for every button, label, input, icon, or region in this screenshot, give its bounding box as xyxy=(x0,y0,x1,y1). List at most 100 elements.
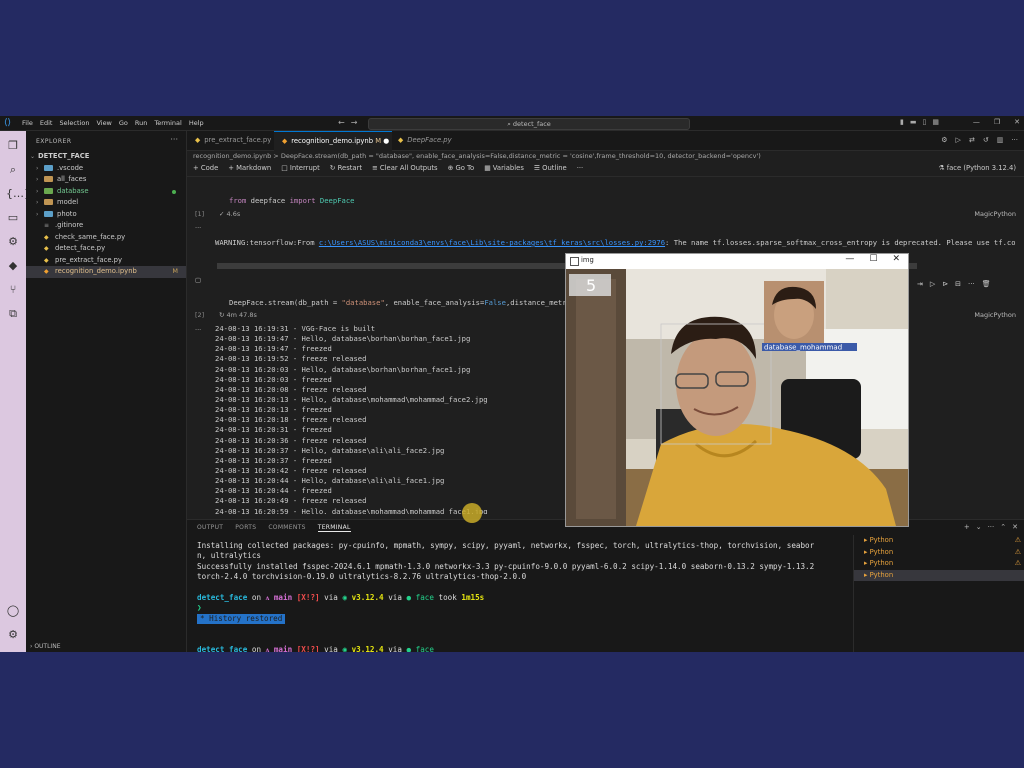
panel-tab-ports[interactable]: PORTS xyxy=(235,524,256,532)
outline-section[interactable]: › OUTLINE xyxy=(30,643,60,650)
close-panel-icon[interactable]: ✕ xyxy=(1012,523,1018,531)
terminal-instance-active[interactable]: ▸ Python xyxy=(854,569,1024,581)
tree-item-check-same-face[interactable]: ◆ check_same_face.py xyxy=(26,232,186,244)
command-center-search[interactable]: ⌕ detect_face xyxy=(368,118,690,130)
panel-tab-output[interactable]: OUTPUT xyxy=(197,524,223,532)
close-icon[interactable]: ✕ xyxy=(1014,118,1020,126)
tree-item-recognition-demo[interactable]: ◆ recognition_demo.ipynb M xyxy=(26,266,186,278)
run-cell-icon[interactable]: ▷ xyxy=(930,280,935,288)
restart-button[interactable]: ↻ Restart xyxy=(330,164,362,172)
warning-icon: ⚠ xyxy=(1014,559,1021,567)
restore-icon[interactable]: ❐ xyxy=(994,118,1000,126)
run-below-icon[interactable]: ⊳ xyxy=(942,280,948,288)
interrupt-button[interactable]: □ Interrupt xyxy=(281,164,320,172)
search-activity-icon[interactable]: ⌕ xyxy=(6,163,20,177)
explorer-icon[interactable]: ❐ xyxy=(6,139,20,153)
toggle-secondary-icon[interactable]: ▯ xyxy=(922,118,926,126)
menu-edit[interactable]: Edit xyxy=(40,119,53,127)
terminal-instance[interactable]: ▸ Python ⚠ xyxy=(854,535,1024,547)
toolbar-more-button[interactable]: ··· xyxy=(577,164,583,172)
cell-2-output-more-icon[interactable]: ··· xyxy=(195,326,201,334)
cell-1-language[interactable]: MagicPython xyxy=(974,210,1016,218)
run-above-icon[interactable]: ⇥ xyxy=(917,280,923,288)
docker-icon[interactable]: ◆ xyxy=(6,259,20,273)
clear-outputs-button[interactable]: ≡ Clear All Outputs xyxy=(372,164,438,172)
add-markdown-button[interactable]: + Markdown xyxy=(228,164,271,172)
split-editor-icon[interactable]: ▥ xyxy=(997,136,1004,144)
code-cell-1[interactable]: from deepface import DeepFace xyxy=(229,196,919,214)
cell-more-icon[interactable]: ··· xyxy=(968,280,975,288)
tab-recognition-demo[interactable]: ◆ recognition_demo.ipynb M ● xyxy=(274,131,392,151)
maximize-icon[interactable]: ☐ xyxy=(869,254,877,264)
variables-button[interactable]: ▦ Variables xyxy=(484,164,524,172)
kernel-picker[interactable]: ⚗ face (Python 3.12.4) xyxy=(938,164,1016,172)
activity-bar: ❐ ⌕ {…} ▭ ⚙ ◆ ⑂ ⧉ ◯ ⚙ xyxy=(0,131,31,652)
tree-item-detect-face[interactable]: ◆ detect_face.py xyxy=(26,243,186,255)
close-icon[interactable]: ✕ xyxy=(892,254,900,264)
extensions-icon[interactable]: ⧉ xyxy=(6,307,20,321)
tree-item-photo[interactable]: › photo xyxy=(26,209,186,221)
tree-item-pre-extract-face[interactable]: ◆ pre_extract_face.py xyxy=(26,255,186,267)
breadcrumb[interactable]: recognition_demo.ipynb > DeepFace.stream… xyxy=(193,152,761,160)
log-line: 24-08-13 16:20:44 - Hello, database\ali\… xyxy=(215,476,445,486)
tree-root[interactable]: ⌄ DETECT_FACE xyxy=(26,151,186,163)
compare-icon[interactable]: ⇄ xyxy=(969,136,975,144)
search-text: detect_face xyxy=(512,120,551,128)
remote-explorer-icon[interactable]: ▭ xyxy=(6,211,20,225)
cell-2-collapse-icon[interactable]: ▢ xyxy=(195,276,201,284)
cell-output-more-icon[interactable]: ··· xyxy=(195,224,201,232)
menu-go[interactable]: Go xyxy=(119,119,128,127)
tree-item-model[interactable]: › model xyxy=(26,197,186,209)
cell-2-language[interactable]: MagicPython xyxy=(974,311,1016,319)
customize-layout-icon[interactable]: ▦ xyxy=(932,118,939,126)
tab-pre-extract-face[interactable]: ◆ pre_extract_face.py xyxy=(187,131,275,150)
menu-run[interactable]: Run xyxy=(135,119,147,127)
warning-link[interactable]: c:\Users\ASUS\miniconda3\envs\face\Lib\s… xyxy=(319,238,665,247)
more-actions-icon[interactable]: ··· xyxy=(1011,136,1018,144)
tab-deepface[interactable]: ◆ DeepFace.py xyxy=(390,131,468,150)
panel-tab-terminal[interactable]: TERMINAL xyxy=(317,524,351,532)
minimize-icon[interactable]: — xyxy=(973,118,980,126)
menu-selection[interactable]: Selection xyxy=(59,119,89,127)
account-icon[interactable]: ◯ xyxy=(6,604,20,618)
tree-item-gitinore[interactable]: ≡ .gitinore xyxy=(26,220,186,232)
terminal-instance[interactable]: ▸ Python ⚠ xyxy=(854,547,1024,559)
add-code-button[interactable]: + Code xyxy=(193,164,218,172)
menu-view[interactable]: View xyxy=(96,119,111,127)
image-window-title: img xyxy=(581,256,594,264)
tree-item-vscode[interactable]: › .vscode xyxy=(26,163,186,175)
menu-file[interactable]: File xyxy=(22,119,33,127)
terminal-instance[interactable]: ▸ Python ⚠ xyxy=(854,558,1024,570)
log-line: 24-08-13 16:20:59 - Hello, database\moha… xyxy=(215,506,488,514)
unsaved-dot-icon[interactable]: ● xyxy=(383,137,389,145)
manage-gear-icon[interactable]: ⚙ xyxy=(6,628,20,642)
image-window-titlebar[interactable]: img — ☐ ✕ xyxy=(566,254,908,268)
new-terminal-icon[interactable]: + xyxy=(964,523,970,531)
tree-item-database[interactable]: › database xyxy=(26,186,186,198)
chevron-down-icon: ⌄ xyxy=(30,153,36,160)
restart-icon: ↻ xyxy=(329,164,338,172)
settings-sync-icon[interactable]: ⚙ xyxy=(6,235,20,249)
menu-help[interactable]: Help xyxy=(189,119,204,127)
source-control-icon[interactable]: ⑂ xyxy=(6,283,20,297)
menu-terminal[interactable]: Terminal xyxy=(154,119,181,127)
explorer-more-icon[interactable]: ··· xyxy=(170,135,178,144)
terminal-dropdown-icon[interactable]: ⌄ xyxy=(976,523,982,531)
tree-item-all-faces[interactable]: › all_faces xyxy=(26,174,186,186)
split-cell-icon[interactable]: ⊟ xyxy=(955,280,961,288)
goto-button[interactable]: ⊕ Go To xyxy=(448,164,475,172)
run-icon[interactable]: ▷ xyxy=(956,136,961,144)
outline-button[interactable]: ☰ Outline xyxy=(534,164,567,172)
panel-tab-comments[interactable]: COMMENTS xyxy=(268,524,305,532)
history-icon[interactable]: ↺ xyxy=(983,136,989,144)
maximize-panel-icon[interactable]: ⌃ xyxy=(1000,523,1006,531)
delete-icon[interactable]: 🗑 xyxy=(982,280,991,288)
gear-icon[interactable]: ⚙ xyxy=(941,136,947,144)
terminal[interactable]: Installing collected packages: py-cpuinf… xyxy=(197,541,847,652)
toggle-panel-icon[interactable]: ▬ xyxy=(910,118,917,126)
panel-more-icon[interactable]: ··· xyxy=(988,523,995,531)
minimize-icon[interactable]: — xyxy=(845,254,854,264)
nav-arrows[interactable]: ←→ xyxy=(338,118,363,127)
toggle-sidebar-icon[interactable]: ▮ xyxy=(900,118,904,126)
braces-icon[interactable]: {…} xyxy=(6,187,31,201)
